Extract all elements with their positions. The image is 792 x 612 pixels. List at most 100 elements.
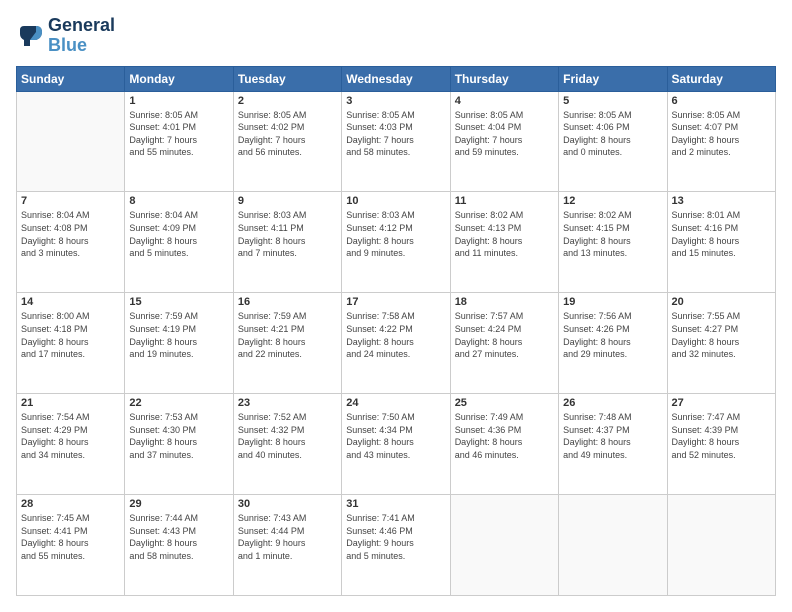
day-info: Sunrise: 8:04 AMSunset: 4:08 PMDaylight:… [21, 209, 120, 259]
day-info: Sunrise: 8:05 AMSunset: 4:02 PMDaylight:… [238, 109, 337, 159]
header-thursday: Thursday [450, 66, 558, 91]
day-cell: 14 Sunrise: 8:00 AMSunset: 4:18 PMDayligh… [17, 293, 125, 394]
day-info: Sunrise: 7:47 AMSunset: 4:39 PMDaylight:… [672, 411, 771, 461]
day-number: 14 [21, 296, 120, 308]
day-number: 28 [21, 498, 120, 510]
day-info: Sunrise: 7:50 AMSunset: 4:34 PMDaylight:… [346, 411, 445, 461]
day-number: 21 [21, 397, 120, 409]
day-number: 12 [563, 195, 662, 207]
page-header: General Blue [16, 16, 776, 56]
day-number: 27 [672, 397, 771, 409]
day-info: Sunrise: 7:59 AMSunset: 4:19 PMDaylight:… [129, 310, 228, 360]
day-info: Sunrise: 7:53 AMSunset: 4:30 PMDaylight:… [129, 411, 228, 461]
day-info: Sunrise: 8:05 AMSunset: 4:07 PMDaylight:… [672, 109, 771, 159]
day-cell: 30 Sunrise: 7:43 AMSunset: 4:44 PMDayligh… [233, 495, 341, 596]
day-cell: 6Sunrise: 8:05 AMSunset: 4:07 PMDaylight… [667, 91, 775, 192]
calendar: SundayMondayTuesdayWednesdayThursdayFrid… [16, 66, 776, 596]
week-row-1: 1 Sunrise: 8:05 AMSunset: 4:01 PMDaylight… [17, 91, 776, 192]
day-cell: 15 Sunrise: 7:59 AMSunset: 4:19 PMDayligh… [125, 293, 233, 394]
day-info: Sunrise: 8:05 AMSunset: 4:03 PMDaylight:… [346, 109, 445, 159]
day-info: Sunrise: 8:05 AMSunset: 4:04 PMDaylight:… [455, 109, 554, 159]
header-sunday: Sunday [17, 66, 125, 91]
day-info: Sunrise: 7:41 AMSunset: 4:46 PMDaylight:… [346, 512, 445, 562]
day-cell: 12 Sunrise: 8:02 AMSunset: 4:15 PMDayligh… [559, 192, 667, 293]
day-cell: 22 Sunrise: 7:53 AMSunset: 4:30 PMDayligh… [125, 394, 233, 495]
day-cell: 17Sunrise: 7:58 AMSunset: 4:22 PMDayligh… [342, 293, 450, 394]
day-cell [450, 495, 558, 596]
day-info: Sunrise: 8:01 AMSunset: 4:16 PMDaylight:… [672, 209, 771, 259]
week-row-2: 7 Sunrise: 8:04 AMSunset: 4:08 PMDaylight… [17, 192, 776, 293]
day-number: 29 [129, 498, 228, 510]
day-number: 22 [129, 397, 228, 409]
header-saturday: Saturday [667, 66, 775, 91]
day-cell: 25 Sunrise: 7:49 AMSunset: 4:36 PMDayligh… [450, 394, 558, 495]
day-number: 1 [129, 95, 228, 107]
day-number: 30 [238, 498, 337, 510]
day-cell: 28 Sunrise: 7:45 AMSunset: 4:41 PMDayligh… [17, 495, 125, 596]
day-number: 7 [21, 195, 120, 207]
day-cell: 27 Sunrise: 7:47 AMSunset: 4:39 PMDayligh… [667, 394, 775, 495]
day-cell [17, 91, 125, 192]
day-number: 15 [129, 296, 228, 308]
day-cell: 3 Sunrise: 8:05 AMSunset: 4:03 PMDaylight… [342, 91, 450, 192]
day-info: Sunrise: 7:52 AMSunset: 4:32 PMDaylight:… [238, 411, 337, 461]
logo: General Blue [16, 16, 115, 56]
day-number: 20 [672, 296, 771, 308]
day-number: 11 [455, 195, 554, 207]
day-cell: 7 Sunrise: 8:04 AMSunset: 4:08 PMDaylight… [17, 192, 125, 293]
day-cell: 2Sunrise: 8:05 AMSunset: 4:02 PMDaylight… [233, 91, 341, 192]
day-info: Sunrise: 7:55 AMSunset: 4:27 PMDaylight:… [672, 310, 771, 360]
day-cell: 24 Sunrise: 7:50 AMSunset: 4:34 PMDayligh… [342, 394, 450, 495]
day-info: Sunrise: 7:45 AMSunset: 4:41 PMDaylight:… [21, 512, 120, 562]
day-number: 10 [346, 195, 445, 207]
day-cell: 21Sunrise: 7:54 AMSunset: 4:29 PMDayligh… [17, 394, 125, 495]
day-number: 18 [455, 296, 554, 308]
header-tuesday: Tuesday [233, 66, 341, 91]
day-cell: 20 Sunrise: 7:55 AMSunset: 4:27 PMDayligh… [667, 293, 775, 394]
day-number: 4 [455, 95, 554, 107]
week-row-5: 28 Sunrise: 7:45 AMSunset: 4:41 PMDayligh… [17, 495, 776, 596]
day-info: Sunrise: 8:03 AMSunset: 4:12 PMDaylight:… [346, 209, 445, 259]
day-number: 3 [346, 95, 445, 107]
day-cell: 9 Sunrise: 8:03 AMSunset: 4:11 PMDaylight… [233, 192, 341, 293]
logo-icon [16, 22, 44, 50]
day-info: Sunrise: 8:00 AMSunset: 4:18 PMDaylight:… [21, 310, 120, 360]
day-number: 17 [346, 296, 445, 308]
day-cell: 29Sunrise: 7:44 AMSunset: 4:43 PMDayligh… [125, 495, 233, 596]
day-info: Sunrise: 7:49 AMSunset: 4:36 PMDaylight:… [455, 411, 554, 461]
day-info: Sunrise: 8:05 AMSunset: 4:01 PMDaylight:… [129, 109, 228, 159]
logo-text: General Blue [48, 16, 115, 56]
day-cell: 23 Sunrise: 7:52 AMSunset: 4:32 PMDayligh… [233, 394, 341, 495]
day-cell: 26 Sunrise: 7:48 AMSunset: 4:37 PMDayligh… [559, 394, 667, 495]
day-info: Sunrise: 8:05 AMSunset: 4:06 PMDaylight:… [563, 109, 662, 159]
day-cell: 18 Sunrise: 7:57 AMSunset: 4:24 PMDayligh… [450, 293, 558, 394]
day-info: Sunrise: 8:02 AMSunset: 4:13 PMDaylight:… [455, 209, 554, 259]
day-number: 9 [238, 195, 337, 207]
day-info: Sunrise: 8:04 AMSunset: 4:09 PMDaylight:… [129, 209, 228, 259]
day-number: 25 [455, 397, 554, 409]
day-number: 19 [563, 296, 662, 308]
day-info: Sunrise: 8:02 AMSunset: 4:15 PMDaylight:… [563, 209, 662, 259]
day-number: 8 [129, 195, 228, 207]
day-number: 26 [563, 397, 662, 409]
week-row-3: 14 Sunrise: 8:00 AMSunset: 4:18 PMDayligh… [17, 293, 776, 394]
day-info: Sunrise: 7:48 AMSunset: 4:37 PMDaylight:… [563, 411, 662, 461]
day-number: 13 [672, 195, 771, 207]
day-cell: 8 Sunrise: 8:04 AMSunset: 4:09 PMDaylight… [125, 192, 233, 293]
day-cell: 31Sunrise: 7:41 AMSunset: 4:46 PMDayligh… [342, 495, 450, 596]
day-cell [559, 495, 667, 596]
day-info: Sunrise: 7:57 AMSunset: 4:24 PMDaylight:… [455, 310, 554, 360]
header-friday: Friday [559, 66, 667, 91]
day-cell: 1 Sunrise: 8:05 AMSunset: 4:01 PMDaylight… [125, 91, 233, 192]
day-number: 5 [563, 95, 662, 107]
day-cell: 4 Sunrise: 8:05 AMSunset: 4:04 PMDaylight… [450, 91, 558, 192]
day-number: 24 [346, 397, 445, 409]
day-cell [667, 495, 775, 596]
day-cell: 16Sunrise: 7:59 AMSunset: 4:21 PMDayligh… [233, 293, 341, 394]
day-cell: 5 Sunrise: 8:05 AMSunset: 4:06 PMDaylight… [559, 91, 667, 192]
day-number: 23 [238, 397, 337, 409]
day-cell: 19Sunrise: 7:56 AMSunset: 4:26 PMDayligh… [559, 293, 667, 394]
day-info: Sunrise: 7:43 AMSunset: 4:44 PMDaylight:… [238, 512, 337, 562]
day-info: Sunrise: 8:03 AMSunset: 4:11 PMDaylight:… [238, 209, 337, 259]
header-wednesday: Wednesday [342, 66, 450, 91]
